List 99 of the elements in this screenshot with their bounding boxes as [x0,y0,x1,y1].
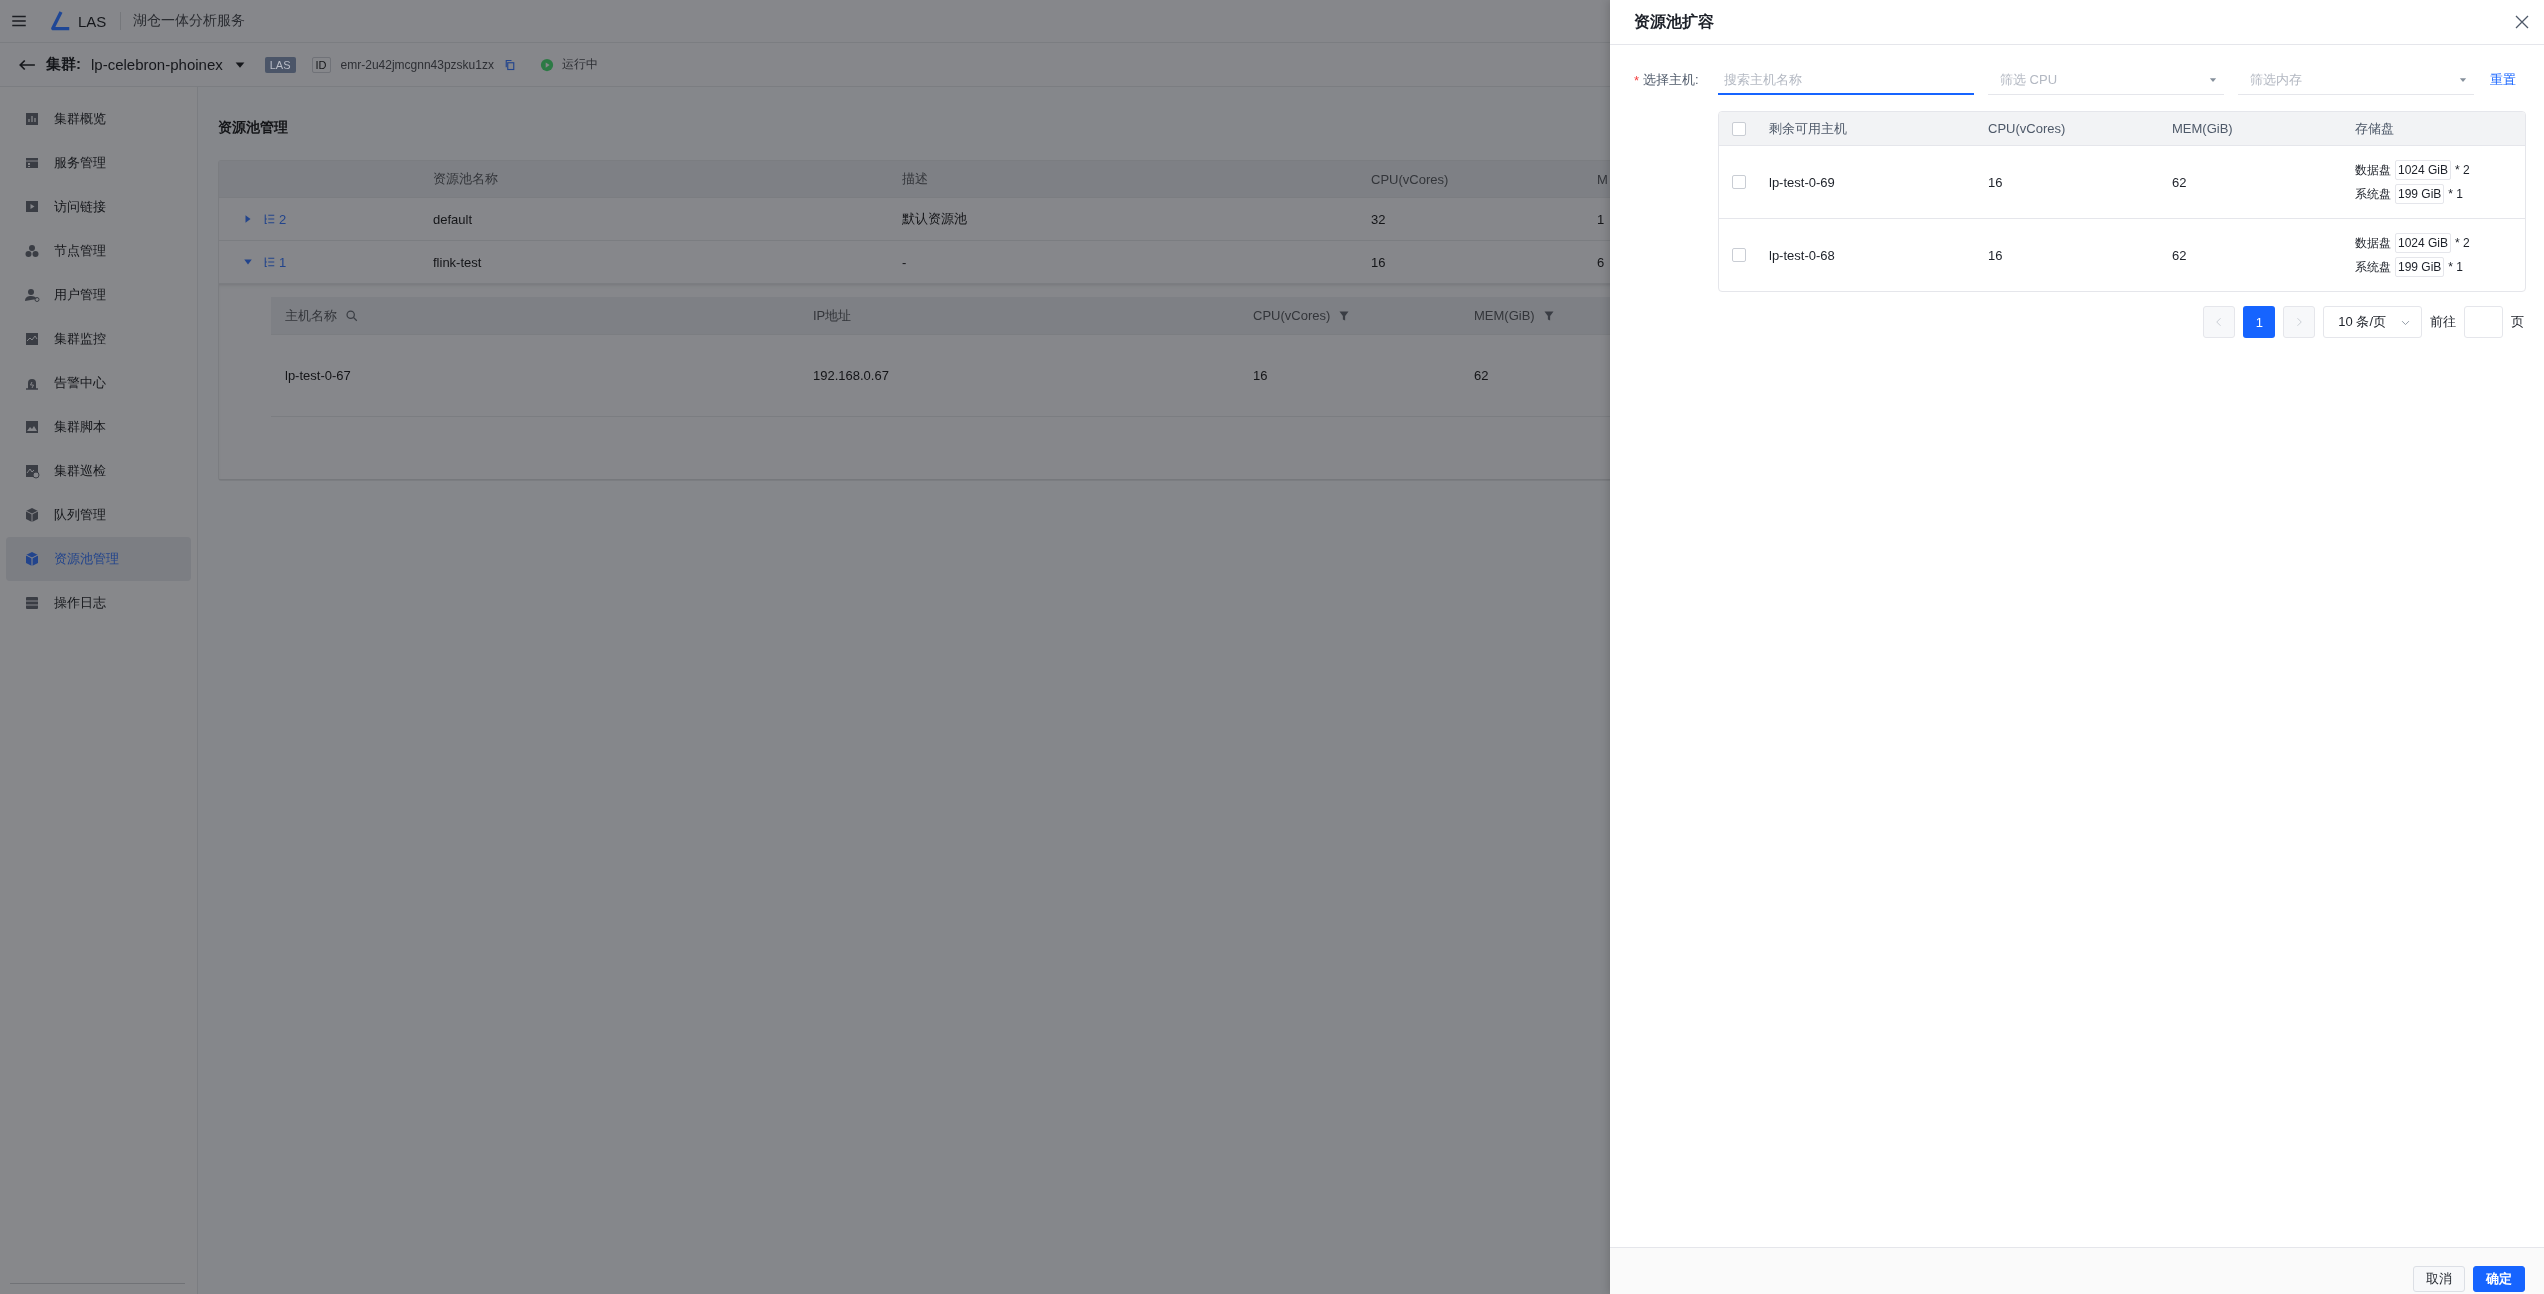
table-cell-text: 32 [1371,211,1387,227]
column-header: CPU(vCores) [1988,121,2067,136]
checkbox[interactable] [1732,175,1746,189]
table-cell-text: 1 [1597,211,1606,227]
disk-label: 数据盘 [2355,161,2391,179]
table-cell: 16 [1253,368,1268,383]
filter-icon[interactable] [1542,309,1555,322]
close-icon[interactable] [2514,14,2530,30]
cluster-label: 集群: [46,55,81,74]
table-cell-text: 16 [1371,254,1387,270]
table-cell-text: lp-test-0-68 [1769,247,1836,263]
page-title: 资源池管理 [218,119,288,137]
cluster-tag: LAS [264,56,296,73]
disk-label: 系统盘 [2355,258,2391,276]
confirm-button[interactable]: 确定 [2473,1266,2525,1292]
window-icon [24,155,40,171]
disk-size-tag: 1024 GiB [2395,233,2452,253]
column-header: CPU(vCores) [1371,171,1450,187]
triangle-down-icon[interactable] [243,257,253,267]
host-count[interactable]: 2 [263,211,287,227]
table-cell-text: 62 [2172,174,2188,190]
list-icon [263,213,275,225]
page-suffix: 页 [2511,313,2524,331]
disk-size-tag: 199 GiB [2395,184,2445,204]
goto-page-field[interactable] [2464,306,2503,338]
sidebar-item[interactable]: 集群巡检 [6,449,191,493]
goto-label: 前往 [2430,313,2456,331]
disk-count: * 2 [2455,163,2470,177]
table-cell-text: flink-test [433,254,483,270]
cube-icon [24,551,40,567]
image-icon [24,419,40,435]
triangle-right-icon[interactable] [243,214,253,224]
table-cell-text: 16 [1988,247,2004,263]
filter-icon[interactable] [1338,309,1351,322]
required-mark: * [1634,72,1640,88]
page-size-select[interactable]: 10 条/页 [2323,306,2422,338]
column-header: IP地址 [813,306,852,325]
table-cell-text: default [433,211,474,227]
column-header: 剩余可用主机 [1769,119,1848,138]
copy-icon[interactable] [503,58,516,71]
table-cell: 62 [1474,368,1489,383]
column-header: 主机名称 [285,306,337,325]
cancel-button[interactable]: 取消 [2413,1266,2465,1292]
circles-icon [24,243,40,259]
user-gear-icon [24,287,40,303]
app-name: LAS [78,12,107,30]
sidebar-item[interactable]: 队列管理 [6,493,191,537]
bar-chart-icon [24,111,40,127]
cluster-name: lp-celebron-phoinex [91,56,223,73]
checkbox[interactable] [1732,121,1746,136]
page-number[interactable]: 1 [2243,306,2276,338]
disk-count: * 1 [2448,187,2464,201]
sidebar-item[interactable]: 告警中心 [6,361,191,405]
table-cell-text: 16 [1988,174,2004,190]
chart-clock-icon [24,463,40,479]
cluster-id: emr-2u42jmcgnn43pzsku1zx [340,57,494,72]
reset-link[interactable]: 重置 [2490,71,2516,89]
host-count[interactable]: 1 [263,254,287,270]
sidebar-item[interactable]: 操作日志 [6,581,191,625]
sidebar-item[interactable]: 节点管理 [6,229,191,273]
sidebar-item[interactable]: 访问链接 [6,185,191,229]
checkbox[interactable] [1732,248,1746,262]
disk-count: * 2 [2455,236,2470,250]
search-icon[interactable] [345,309,358,322]
form-label: 选择主机: [1643,71,1699,89]
table-cell: 192.168.0.67 [813,368,889,383]
line-chart-icon [24,331,40,347]
play-screen-icon [24,199,40,215]
column-header: MEM(GiB) [1474,308,1535,323]
table-cell-text: 6 [1597,254,1606,270]
stack-icon [24,595,40,611]
sidebar-item[interactable]: 集群监控 [6,317,191,361]
play-status-icon [539,57,554,72]
sidebar-item[interactable]: 用户管理 [6,273,191,317]
cube-icon [24,507,40,523]
sidebar-item[interactable]: 服务管理 [6,141,191,185]
table-cell-text: lp-test-0-69 [1769,174,1836,190]
column-header: MEM(GiB) [2172,121,2234,136]
sidebar-item[interactable]: 集群脚本 [6,405,191,449]
column-header: 资源池名称 [433,170,499,188]
disk-size-tag: 199 GiB [2395,257,2445,277]
disk-size-tag: 1024 GiB [2395,160,2452,180]
disk-count: * 1 [2448,260,2464,274]
disk-label: 数据盘 [2355,234,2391,252]
column-header: 存储盘 [2355,119,2395,138]
list-icon [263,256,275,268]
table-cell-text: - [902,254,908,270]
table-cell: lp-test-0-67 [285,368,351,383]
table-cell-text: 默认资源池 [902,210,968,228]
sidebar-item[interactable]: 集群概览 [6,97,191,141]
cluster-status: 运行中 [561,56,598,73]
table-cell-text: 62 [2172,247,2188,263]
service-name: 湖仓一体分析服务 [120,12,246,30]
disk-label: 系统盘 [2355,185,2391,203]
column-header: 描述 [902,170,929,188]
column-header: M [1597,171,1609,187]
column-header: CPU(vCores) [1253,308,1331,323]
drawer-title: 资源池扩容 [1634,11,1714,32]
id-label: ID [311,56,331,73]
